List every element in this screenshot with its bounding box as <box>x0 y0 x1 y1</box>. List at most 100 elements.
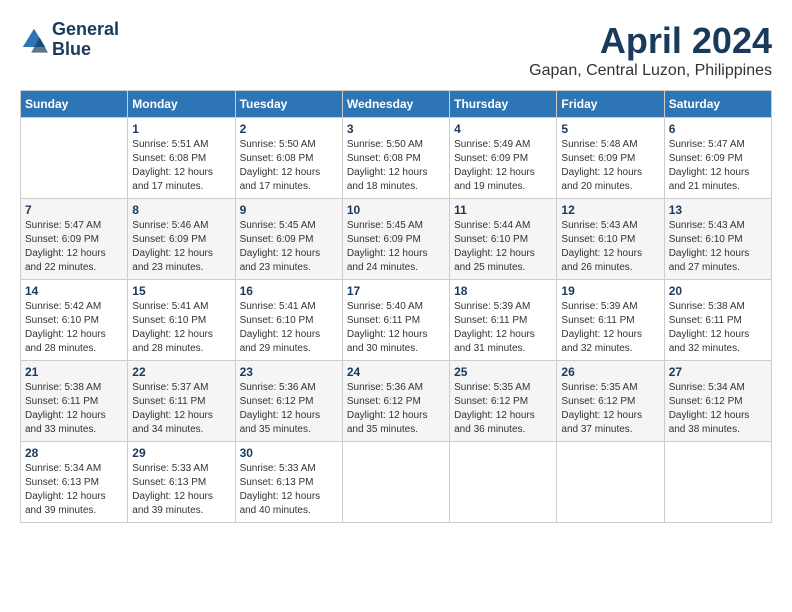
calendar-week-row: 7Sunrise: 5:47 AM Sunset: 6:09 PM Daylig… <box>21 199 772 280</box>
calendar-header-cell: Tuesday <box>235 91 342 118</box>
day-number: 1 <box>132 122 230 136</box>
calendar-header-cell: Sunday <box>21 91 128 118</box>
day-number: 2 <box>240 122 338 136</box>
calendar-cell: 22 Sunrise: 5:37 AM Sunset: 6:11 PM Dayli… <box>128 361 235 442</box>
calendar-cell: 7Sunrise: 5:47 AM Sunset: 6:09 PM Daylig… <box>21 199 128 280</box>
calendar-cell: 21Sunrise: 5:38 AM Sunset: 6:11 PM Dayli… <box>21 361 128 442</box>
day-info: Sunrise: 5:51 AM Sunset: 6:08 PM Dayligh… <box>132 138 230 194</box>
day-info: Sunrise: 5:42 AM Sunset: 6:10 PM Dayligh… <box>25 300 123 356</box>
day-info: Sunrise: 5:47 AM Sunset: 6:09 PM Dayligh… <box>669 138 767 194</box>
calendar-cell: 14 Sunrise: 5:42 AM Sunset: 6:10 PM Dayli… <box>21 280 128 361</box>
calendar-cell <box>342 442 449 523</box>
day-info: Sunrise: 5:35 AM Sunset: 6:12 PM Dayligh… <box>561 381 659 437</box>
calendar-cell: 15 Sunrise: 5:41 AM Sunset: 6:10 PM Dayli… <box>128 280 235 361</box>
day-number: 21 <box>25 365 123 379</box>
day-info: Sunrise: 5:50 AM Sunset: 6:08 PM Dayligh… <box>347 138 445 194</box>
calendar-cell: 23 Sunrise: 5:36 AM Sunset: 6:12 PM Dayli… <box>235 361 342 442</box>
title-block: April 2024 Gapan, Central Luzon, Philipp… <box>529 20 772 80</box>
day-info: Sunrise: 5:33 AM Sunset: 6:13 PM Dayligh… <box>240 462 338 518</box>
month-title: April 2024 <box>529 20 772 62</box>
calendar-cell <box>557 442 664 523</box>
day-number: 23 <box>240 365 338 379</box>
day-info: Sunrise: 5:34 AM Sunset: 6:13 PM Dayligh… <box>25 462 123 518</box>
calendar-week-row: 21Sunrise: 5:38 AM Sunset: 6:11 PM Dayli… <box>21 361 772 442</box>
day-info: Sunrise: 5:41 AM Sunset: 6:10 PM Dayligh… <box>240 300 338 356</box>
day-number: 24 <box>347 365 445 379</box>
page-header: General Blue April 2024 Gapan, Central L… <box>20 20 772 80</box>
day-info: Sunrise: 5:49 AM Sunset: 6:09 PM Dayligh… <box>454 138 552 194</box>
logo-line2: Blue <box>52 40 119 60</box>
day-number: 12 <box>561 203 659 217</box>
calendar-week-row: 14 Sunrise: 5:42 AM Sunset: 6:10 PM Dayli… <box>21 280 772 361</box>
day-number: 15 <box>132 284 230 298</box>
calendar-cell: 13Sunrise: 5:43 AM Sunset: 6:10 PM Dayli… <box>664 199 771 280</box>
day-info: Sunrise: 5:43 AM Sunset: 6:10 PM Dayligh… <box>561 219 659 275</box>
day-number: 11 <box>454 203 552 217</box>
day-number: 18 <box>454 284 552 298</box>
calendar-cell <box>450 442 557 523</box>
calendar-cell: 10 Sunrise: 5:45 AM Sunset: 6:09 PM Dayli… <box>342 199 449 280</box>
day-number: 7 <box>25 203 123 217</box>
day-info: Sunrise: 5:37 AM Sunset: 6:11 PM Dayligh… <box>132 381 230 437</box>
logo-line1: General <box>52 20 119 40</box>
calendar-body: 1 Sunrise: 5:51 AM Sunset: 6:08 PM Daylig… <box>21 118 772 523</box>
day-info: Sunrise: 5:50 AM Sunset: 6:08 PM Dayligh… <box>240 138 338 194</box>
day-number: 20 <box>669 284 767 298</box>
calendar-cell: 18 Sunrise: 5:39 AM Sunset: 6:11 PM Dayli… <box>450 280 557 361</box>
logo-text: General Blue <box>52 20 119 60</box>
calendar-cell: 19 Sunrise: 5:39 AM Sunset: 6:11 PM Dayli… <box>557 280 664 361</box>
day-number: 8 <box>132 203 230 217</box>
day-number: 5 <box>561 122 659 136</box>
calendar-cell: 29Sunrise: 5:33 AM Sunset: 6:13 PM Dayli… <box>128 442 235 523</box>
day-number: 16 <box>240 284 338 298</box>
calendar-cell: 26 Sunrise: 5:35 AM Sunset: 6:12 PM Dayli… <box>557 361 664 442</box>
day-number: 17 <box>347 284 445 298</box>
day-info: Sunrise: 5:41 AM Sunset: 6:10 PM Dayligh… <box>132 300 230 356</box>
logo: General Blue <box>20 20 119 60</box>
calendar-cell: 11 Sunrise: 5:44 AM Sunset: 6:10 PM Dayli… <box>450 199 557 280</box>
day-info: Sunrise: 5:38 AM Sunset: 6:11 PM Dayligh… <box>669 300 767 356</box>
calendar-cell <box>664 442 771 523</box>
day-info: Sunrise: 5:46 AM Sunset: 6:09 PM Dayligh… <box>132 219 230 275</box>
day-number: 28 <box>25 446 123 460</box>
day-info: Sunrise: 5:44 AM Sunset: 6:10 PM Dayligh… <box>454 219 552 275</box>
calendar-cell: 25 Sunrise: 5:35 AM Sunset: 6:12 PM Dayli… <box>450 361 557 442</box>
day-number: 9 <box>240 203 338 217</box>
day-number: 14 <box>25 284 123 298</box>
day-number: 19 <box>561 284 659 298</box>
day-number: 25 <box>454 365 552 379</box>
calendar-week-row: 28 Sunrise: 5:34 AM Sunset: 6:13 PM Dayli… <box>21 442 772 523</box>
calendar-cell: 3Sunrise: 5:50 AM Sunset: 6:08 PM Daylig… <box>342 118 449 199</box>
calendar-cell: 20 Sunrise: 5:38 AM Sunset: 6:11 PM Dayli… <box>664 280 771 361</box>
calendar-week-row: 1 Sunrise: 5:51 AM Sunset: 6:08 PM Daylig… <box>21 118 772 199</box>
calendar-cell: 27 Sunrise: 5:34 AM Sunset: 6:12 PM Dayli… <box>664 361 771 442</box>
calendar-header-row: SundayMondayTuesdayWednesdayThursdayFrid… <box>21 91 772 118</box>
day-info: Sunrise: 5:35 AM Sunset: 6:12 PM Dayligh… <box>454 381 552 437</box>
calendar-cell: 24Sunrise: 5:36 AM Sunset: 6:12 PM Dayli… <box>342 361 449 442</box>
calendar-cell: 12 Sunrise: 5:43 AM Sunset: 6:10 PM Dayli… <box>557 199 664 280</box>
day-info: Sunrise: 5:34 AM Sunset: 6:12 PM Dayligh… <box>669 381 767 437</box>
day-info: Sunrise: 5:36 AM Sunset: 6:12 PM Dayligh… <box>240 381 338 437</box>
logo-icon <box>20 26 48 54</box>
calendar-header-cell: Monday <box>128 91 235 118</box>
day-info: Sunrise: 5:39 AM Sunset: 6:11 PM Dayligh… <box>561 300 659 356</box>
day-number: 30 <box>240 446 338 460</box>
day-number: 6 <box>669 122 767 136</box>
day-info: Sunrise: 5:39 AM Sunset: 6:11 PM Dayligh… <box>454 300 552 356</box>
calendar-cell: 1 Sunrise: 5:51 AM Sunset: 6:08 PM Daylig… <box>128 118 235 199</box>
calendar-cell: 30 Sunrise: 5:33 AM Sunset: 6:13 PM Dayli… <box>235 442 342 523</box>
calendar-cell: 5Sunrise: 5:48 AM Sunset: 6:09 PM Daylig… <box>557 118 664 199</box>
calendar-cell: 28 Sunrise: 5:34 AM Sunset: 6:13 PM Dayli… <box>21 442 128 523</box>
calendar-cell: 4Sunrise: 5:49 AM Sunset: 6:09 PM Daylig… <box>450 118 557 199</box>
day-info: Sunrise: 5:33 AM Sunset: 6:13 PM Dayligh… <box>132 462 230 518</box>
day-number: 22 <box>132 365 230 379</box>
day-info: Sunrise: 5:45 AM Sunset: 6:09 PM Dayligh… <box>347 219 445 275</box>
day-number: 10 <box>347 203 445 217</box>
calendar-cell: 6 Sunrise: 5:47 AM Sunset: 6:09 PM Daylig… <box>664 118 771 199</box>
calendar-header-cell: Saturday <box>664 91 771 118</box>
day-number: 27 <box>669 365 767 379</box>
day-info: Sunrise: 5:45 AM Sunset: 6:09 PM Dayligh… <box>240 219 338 275</box>
calendar-cell: 8 Sunrise: 5:46 AM Sunset: 6:09 PM Daylig… <box>128 199 235 280</box>
calendar-cell: 2 Sunrise: 5:50 AM Sunset: 6:08 PM Daylig… <box>235 118 342 199</box>
day-number: 26 <box>561 365 659 379</box>
